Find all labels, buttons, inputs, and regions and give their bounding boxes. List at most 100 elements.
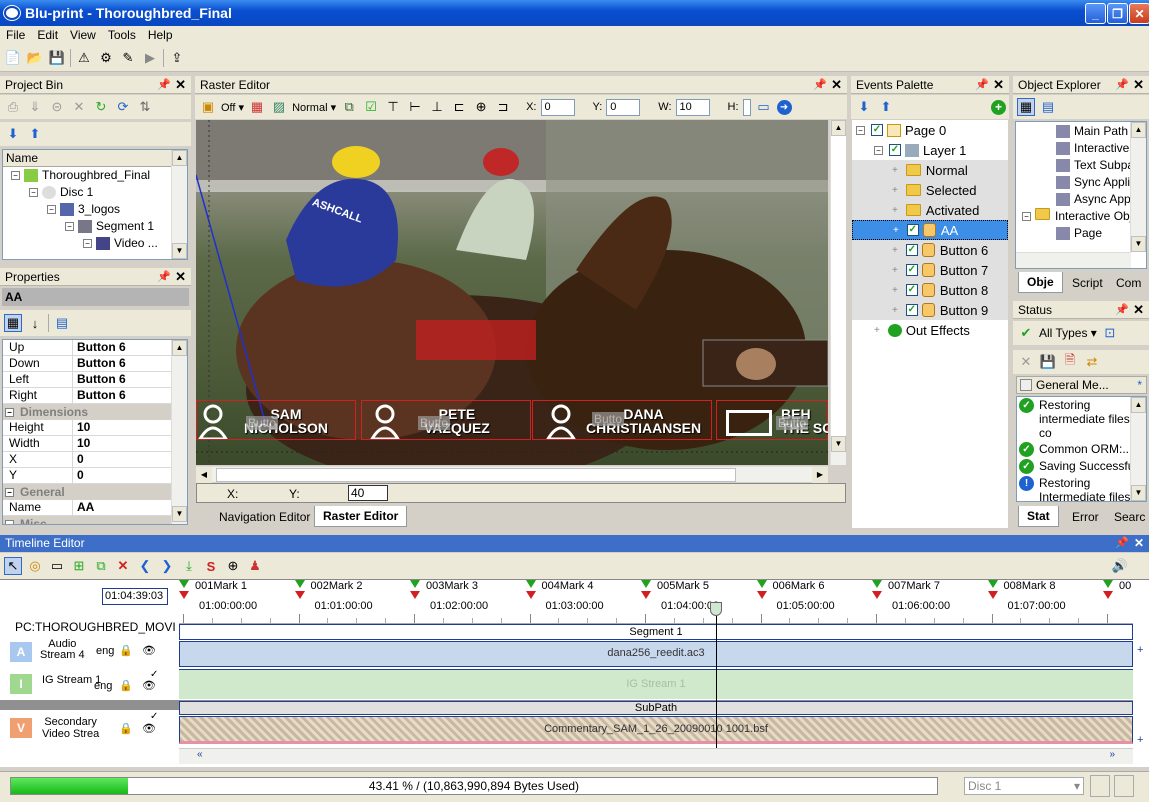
audio-icon[interactable]: 🔊 bbox=[1111, 557, 1129, 575]
tab-components[interactable]: Com bbox=[1108, 273, 1149, 293]
clear-icon[interactable]: ✕ bbox=[1017, 353, 1035, 371]
h-field[interactable] bbox=[742, 98, 751, 116]
chapter-icon[interactable]: ♟ bbox=[246, 557, 264, 575]
restore-button[interactable]: ❐ bbox=[1107, 3, 1128, 24]
layers-icon[interactable]: ⧉ bbox=[340, 98, 358, 116]
tab-raster-editor[interactable]: Raster Editor bbox=[314, 506, 408, 527]
align-left-icon[interactable]: ⊏ bbox=[450, 98, 468, 116]
tab-navigation-editor[interactable]: Navigation Editor bbox=[211, 507, 318, 527]
tab-status[interactable]: Stat bbox=[1018, 506, 1059, 527]
arrow-up-icon[interactable]: ⬆ bbox=[26, 125, 44, 143]
disc-select[interactable]: Disc 1 ▾ bbox=[964, 777, 1084, 795]
tree-item-segment[interactable]: − Segment 1 bbox=[11, 218, 187, 235]
minimize-button[interactable]: _ bbox=[1085, 3, 1106, 24]
prop-row[interactable]: Up Button 6 bbox=[3, 340, 187, 356]
gear-icon[interactable]: ⚙ bbox=[97, 49, 115, 67]
raster-canvas[interactable]: ASHCALL SAM NICHOLSON PETE VAZQUEZ DANA … bbox=[196, 120, 828, 465]
link-icon[interactable]: ⊝ bbox=[48, 98, 66, 116]
menu-file[interactable]: File bbox=[0, 28, 31, 42]
arrow-down-icon[interactable]: ⬇ bbox=[4, 125, 22, 143]
filter-icon[interactable]: ⊡ bbox=[1101, 324, 1119, 342]
audio-clip[interactable]: dana256_reedit.ac3 bbox=[179, 641, 1133, 667]
project-bin-scrollbar[interactable]: ▲ ▼ bbox=[171, 150, 187, 259]
check-icon[interactable]: ☑ bbox=[362, 98, 380, 116]
prop-category[interactable]: − General bbox=[3, 484, 187, 500]
clip-icon[interactable]: ▭ bbox=[48, 557, 66, 575]
warning-icon[interactable]: ⚠ bbox=[75, 49, 93, 67]
alphabetical-icon[interactable]: ↓ bbox=[26, 314, 44, 332]
name-column-header[interactable]: Name bbox=[3, 150, 187, 167]
canvas-hscroll[interactable]: ◀ ▶ bbox=[196, 466, 828, 483]
arrow-down-icon[interactable]: ⬇ bbox=[855, 98, 873, 116]
event-item-aa[interactable]: + ✓ AA bbox=[852, 220, 1008, 240]
prop-row[interactable]: Right Button 6 bbox=[3, 388, 187, 404]
playhead-handle[interactable] bbox=[710, 602, 722, 616]
w-field[interactable]: 10 bbox=[675, 98, 710, 116]
event-item-out-effects[interactable]: + Out Effects bbox=[852, 320, 1008, 340]
split-icon[interactable]: S bbox=[202, 557, 220, 575]
sort-icon[interactable]: ⇅ bbox=[136, 98, 154, 116]
prop-row[interactable]: X0 bbox=[3, 452, 187, 468]
event-item-button8[interactable]: + ✓ Button 8 bbox=[852, 280, 1008, 300]
refresh-icon[interactable]: ↻ bbox=[92, 98, 110, 116]
close-icon[interactable]: ✕ bbox=[1134, 535, 1144, 552]
pin-icon[interactable]: 📌 bbox=[975, 78, 989, 91]
prop-category[interactable]: − Dimensions bbox=[3, 404, 187, 420]
event-item-button6[interactable]: + ✓ Button 6 bbox=[852, 240, 1008, 260]
x-field[interactable]: 0 bbox=[540, 98, 575, 116]
status-message[interactable]: ✓ Common ORM:... bbox=[1017, 441, 1146, 458]
tree-item-video[interactable]: − Video ... bbox=[11, 235, 187, 252]
prop-row[interactable]: Left Button 6 bbox=[3, 372, 187, 388]
segment-bar[interactable]: Segment 1 bbox=[179, 624, 1133, 640]
obj-item[interactable]: Interactive M bbox=[1016, 140, 1146, 157]
close-icon[interactable]: ✕ bbox=[175, 77, 186, 93]
eye-icon[interactable]: 👁 bbox=[142, 644, 156, 657]
lock-icon[interactable]: 🔒 bbox=[119, 679, 133, 692]
eye-icon[interactable]: 👁 bbox=[142, 722, 156, 735]
lock-icon[interactable]: 🔒 bbox=[119, 644, 133, 657]
event-item-button7[interactable]: + ✓ Button 7 bbox=[852, 260, 1008, 280]
pin-icon[interactable]: 📌 bbox=[1115, 303, 1129, 316]
export-icon[interactable]: ⇄ bbox=[1083, 353, 1101, 371]
menu-edit[interactable]: Edit bbox=[31, 28, 64, 42]
pointer-icon[interactable]: ↖ bbox=[4, 557, 22, 575]
snap-icon[interactable]: ⤓ bbox=[180, 557, 198, 575]
report-icon[interactable]: 🗎 bbox=[1061, 352, 1079, 371]
tab-objects[interactable]: Obje bbox=[1018, 272, 1063, 293]
menu-help[interactable]: Help bbox=[142, 28, 179, 42]
expand-icon[interactable]: + bbox=[1137, 644, 1143, 656]
add-event-icon[interactable]: + bbox=[991, 99, 1006, 115]
pin-icon[interactable]: 📌 bbox=[157, 270, 171, 283]
insert-icon[interactable]: ⊕ bbox=[224, 557, 242, 575]
delete-icon[interactable]: ✕ bbox=[70, 98, 88, 116]
ig-clip[interactable]: IG Stream 1 bbox=[179, 669, 1133, 699]
tree-item-project[interactable]: − Thoroughbred_Final bbox=[11, 167, 187, 184]
event-item-layer[interactable]: − ✓ Layer 1 bbox=[852, 140, 1008, 160]
playhead[interactable] bbox=[716, 608, 717, 750]
align-right-icon[interactable]: ⊐ bbox=[494, 98, 512, 116]
obj-item[interactable]: − Interactive Obje bbox=[1016, 208, 1146, 225]
status-category[interactable]: General Me... * bbox=[1016, 376, 1147, 394]
import-icon[interactable]: ⎙ bbox=[4, 98, 22, 116]
add-track-icon[interactable]: ⊞ bbox=[70, 557, 88, 575]
build-icon[interactable]: ✎ bbox=[119, 49, 137, 67]
align-center-icon[interactable]: ⊕ bbox=[472, 98, 490, 116]
canvas-vscroll[interactable]: ▲ ▼ bbox=[830, 120, 846, 465]
obj-item[interactable]: Page bbox=[1016, 225, 1146, 242]
align-top-icon[interactable]: ⊤ bbox=[384, 98, 402, 116]
new-icon[interactable]: 📄 bbox=[4, 49, 22, 67]
save-icon[interactable]: 💾 bbox=[48, 49, 66, 67]
state-icon[interactable]: ▨ bbox=[270, 98, 288, 116]
object-explorer-vscroll[interactable]: ▲ ▼ bbox=[1130, 122, 1146, 252]
list-view-icon[interactable]: ▤ bbox=[1039, 98, 1057, 116]
prop-row[interactable]: Name AA bbox=[3, 500, 187, 516]
tree-item-logos[interactable]: −3_logos bbox=[11, 201, 187, 218]
event-item-normal[interactable]: + Normal bbox=[852, 160, 1008, 180]
obj-item[interactable]: Main Path C bbox=[1016, 123, 1146, 140]
pin-icon[interactable]: 📌 bbox=[1115, 535, 1129, 552]
obj-item[interactable]: Async Appli bbox=[1016, 191, 1146, 208]
close-icon[interactable]: ✕ bbox=[1133, 77, 1144, 93]
prop-row[interactable]: Y0 bbox=[3, 468, 187, 484]
pin-icon[interactable]: 📌 bbox=[813, 78, 827, 91]
event-item-activated[interactable]: + Activated bbox=[852, 200, 1008, 220]
